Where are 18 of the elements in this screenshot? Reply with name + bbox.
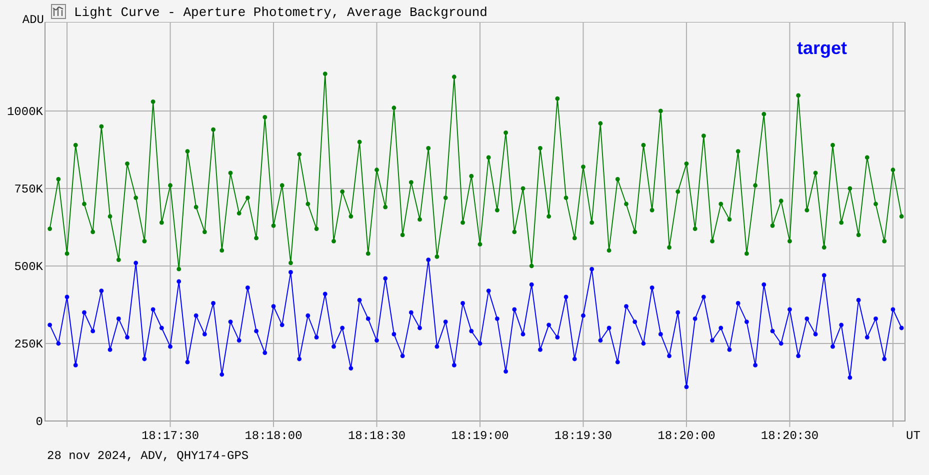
y-tick-label: 500K [14,260,43,274]
y-tick-label: 1000K [6,104,43,119]
x-tick-label: 18:18:00 [244,429,302,443]
legend-label: target [797,38,848,58]
x-tick-label: 18:20:00 [658,429,716,443]
x-tick-label: 18:19:00 [451,429,509,443]
chart-icon [51,4,66,19]
x-tick-label: 18:19:30 [554,429,612,443]
y-tick-label: 250K [14,338,43,352]
x-tick-label: 18:20:30 [760,429,819,443]
x-tick-label: 18:18:30 [348,429,406,443]
x-unit-label: UT [906,429,920,443]
y-tick-label: 0 [36,415,43,429]
axis-unit-label: ADU [21,14,44,26]
window-title: Light Curve - Aperture Photometry, Average Background [74,6,488,19]
y-tick-label: 750K [14,182,43,196]
x-tick-label: 18:17:30 [141,429,200,443]
footer-text: 28 nov 2024, ADV, QHY174-GPS [47,450,250,462]
